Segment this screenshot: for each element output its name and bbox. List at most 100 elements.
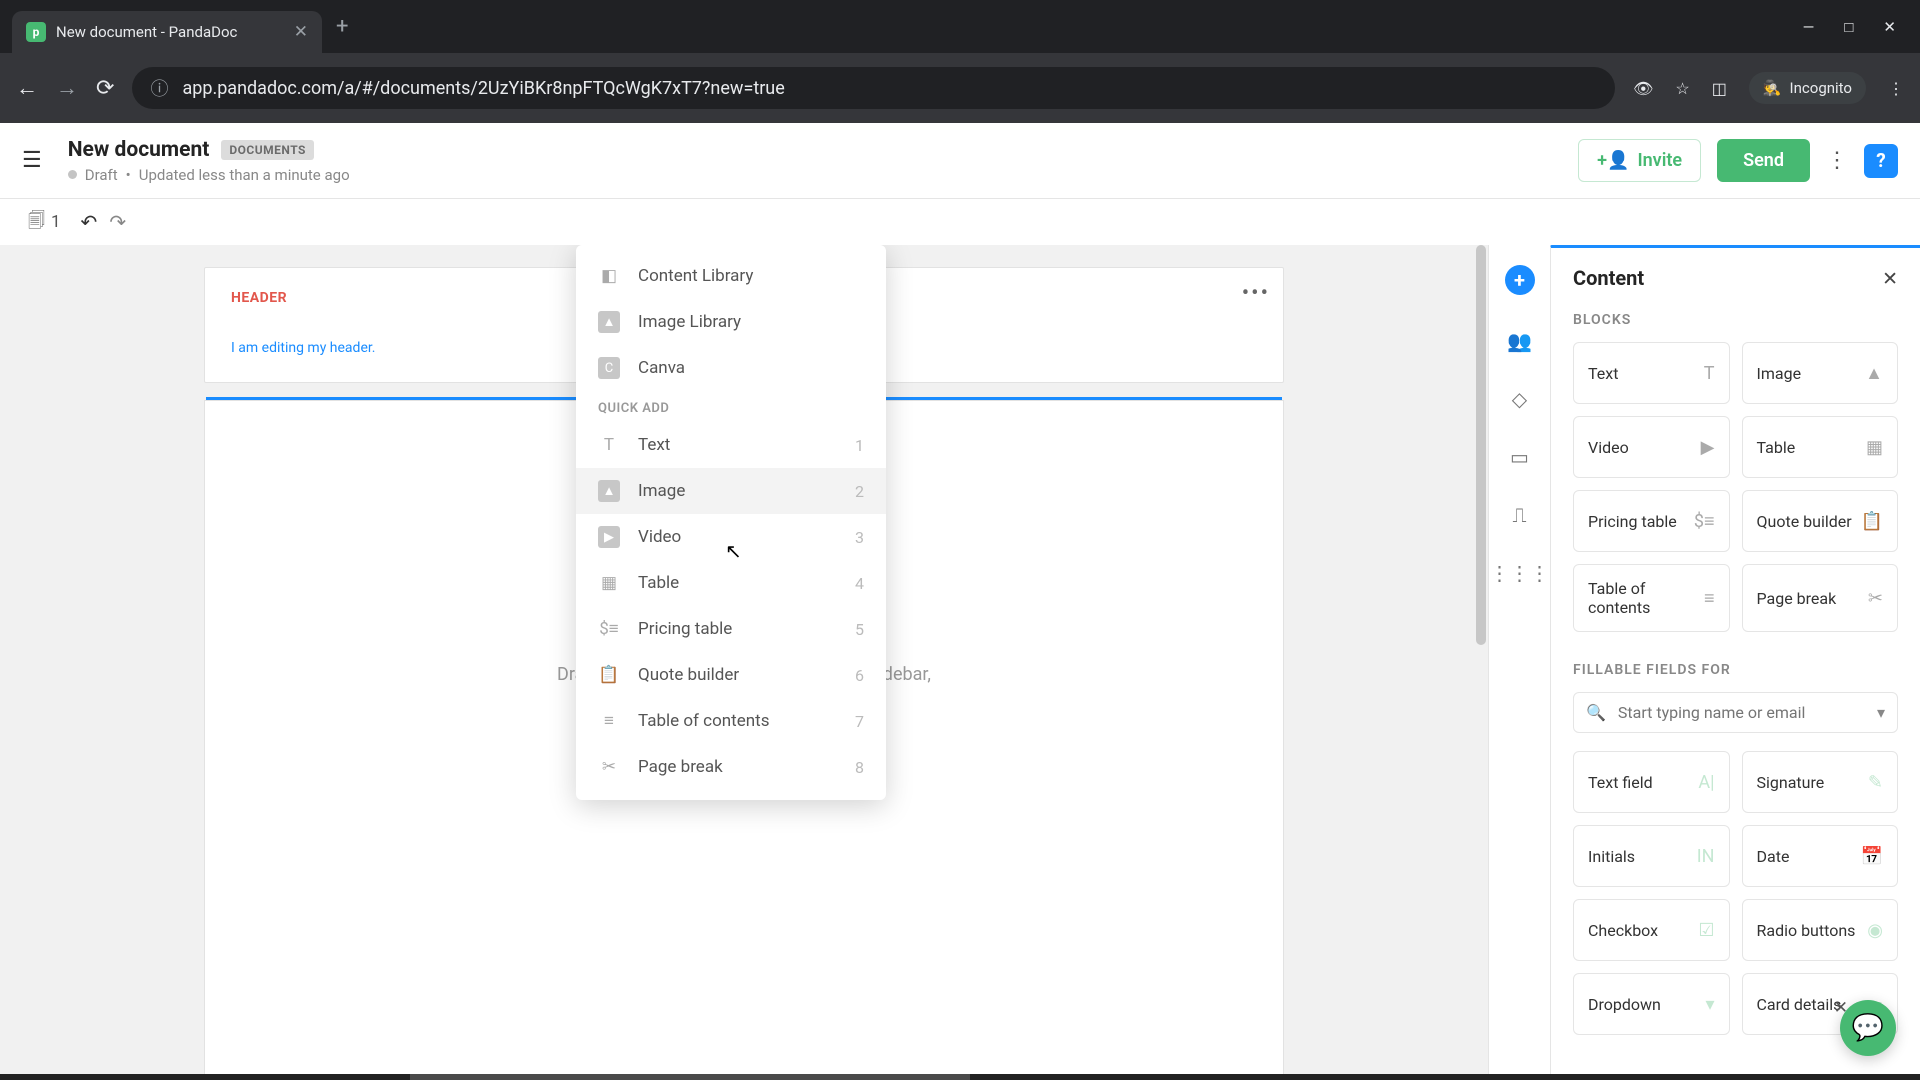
- clipboard-icon: 📋: [1861, 511, 1883, 532]
- dd-table[interactable]: ▦ Table 4: [576, 560, 886, 606]
- undo-icon[interactable]: ↶: [81, 210, 98, 234]
- canvas[interactable]: ••• HEADER I am editing my header. Drag …: [0, 245, 1488, 1080]
- dd-quote-label: Quote builder: [638, 665, 739, 685]
- dd-image-label: Image: [638, 481, 685, 501]
- browser-tab[interactable]: p New document - PandaDoc ✕: [12, 11, 322, 53]
- favicon: p: [26, 22, 46, 42]
- taskbar-segment: [410, 1074, 970, 1080]
- site-info-icon[interactable]: ⓘ: [150, 75, 168, 101]
- close-icon[interactable]: ✕: [1882, 267, 1898, 290]
- dd-page-break[interactable]: ✂ Page break 8: [576, 744, 886, 790]
- dropdown-icon: ▾: [1705, 994, 1714, 1015]
- recipients-icon[interactable]: 👥: [1507, 329, 1532, 353]
- recipient-search-input[interactable]: [1618, 703, 1865, 722]
- dd-table-label: Table: [638, 573, 679, 593]
- redo-icon[interactable]: ↷: [109, 210, 126, 234]
- table-icon: ▦: [1866, 437, 1883, 458]
- dd-pricing-table[interactable]: $≡ Pricing table 5: [576, 606, 886, 652]
- dd-pagebreak-key: 8: [855, 758, 864, 777]
- block-page-break[interactable]: Page break✂: [1742, 564, 1899, 632]
- dd-pricing-key: 5: [855, 620, 864, 639]
- eye-off-icon[interactable]: 👁: [1633, 79, 1653, 98]
- canva-icon: C: [598, 357, 620, 379]
- fillable-section-label: FILLABLE FIELDS FOR: [1573, 662, 1898, 678]
- field-initials[interactable]: InitialsIN: [1573, 825, 1730, 887]
- status-dot-icon: [68, 170, 77, 179]
- reload-icon[interactable]: ⟳: [96, 76, 114, 101]
- field-checkbox[interactable]: Checkbox☑: [1573, 899, 1730, 961]
- apps-icon[interactable]: ⎍: [1513, 503, 1527, 527]
- chat-button[interactable]: 💬: [1840, 1000, 1896, 1056]
- forward-icon[interactable]: →: [56, 75, 78, 101]
- address-bar: ← → ⟳ ⓘ app.pandadoc.com/a/#/documents/2…: [0, 53, 1920, 123]
- quick-add-header: QUICK ADD: [576, 391, 886, 422]
- invite-label: Invite: [1637, 150, 1682, 171]
- panel-title: Content: [1573, 266, 1644, 290]
- block-pricing-table[interactable]: Pricing table$≡: [1573, 490, 1730, 552]
- back-icon[interactable]: ←: [16, 75, 38, 101]
- document-title[interactable]: New document: [68, 138, 210, 162]
- dd-video[interactable]: ▶ Video 3: [576, 514, 886, 560]
- add-block-dropdown: ◧ Content Library ▲ Image Library C Canv…: [576, 245, 886, 800]
- invite-button[interactable]: +👤 Invite: [1578, 139, 1701, 182]
- block-quote-builder[interactable]: Quote builder📋: [1742, 490, 1899, 552]
- menu-icon[interactable]: ☰: [22, 148, 42, 173]
- field-text[interactable]: Text fieldA|: [1573, 751, 1730, 813]
- maximize-icon[interactable]: □: [1844, 18, 1853, 36]
- close-icon[interactable]: ✕: [294, 22, 308, 42]
- dd-canva[interactable]: C Canva: [576, 345, 886, 391]
- dd-image[interactable]: ▲ Image 2: [576, 468, 886, 514]
- radio-icon: ◉: [1867, 920, 1883, 941]
- video-icon: ▶: [1701, 437, 1715, 458]
- right-rail: + 👥 ◇ ▭ ⎍ ⋮⋮⋮: [1488, 245, 1550, 1080]
- fields-grid: Text fieldA| Signature✎ InitialsIN Date📅…: [1573, 751, 1898, 1035]
- more-icon[interactable]: ⋮: [1826, 148, 1848, 173]
- page-count[interactable]: 🗐 1: [28, 208, 61, 237]
- grid-icon[interactable]: ⋮⋮⋮: [1490, 561, 1550, 585]
- incognito-badge[interactable]: 🕵 Incognito: [1749, 72, 1866, 104]
- panel-icon[interactable]: ◫: [1712, 79, 1727, 98]
- dd-image-library[interactable]: ▲ Image Library: [576, 299, 886, 345]
- field-signature[interactable]: Signature✎: [1742, 751, 1899, 813]
- minimize-icon[interactable]: ―: [1803, 18, 1815, 36]
- dd-toc[interactable]: ≡ Table of contents 7: [576, 698, 886, 744]
- block-toc[interactable]: Table of contents≡: [1573, 564, 1730, 632]
- tab-bar: p New document - PandaDoc ✕ + ― □ ✕: [0, 0, 1920, 53]
- page-count-value: 1: [51, 212, 61, 232]
- field-date[interactable]: Date📅: [1742, 825, 1899, 887]
- dd-pagebreak-label: Page break: [638, 757, 723, 777]
- browser-chrome: p New document - PandaDoc ✕ + ― □ ✕ ← → …: [0, 0, 1920, 123]
- dd-quote-builder[interactable]: 📋 Quote builder 6: [576, 652, 886, 698]
- field-radio[interactable]: Radio buttons◉: [1742, 899, 1899, 961]
- new-tab-button[interactable]: +: [336, 14, 348, 39]
- field-dropdown[interactable]: Dropdown▾: [1573, 973, 1730, 1035]
- close-window-icon[interactable]: ✕: [1883, 18, 1896, 36]
- bookmark-icon[interactable]: ☆: [1675, 79, 1689, 98]
- block-more-icon[interactable]: •••: [1242, 281, 1270, 306]
- dd-video-label: Video: [638, 527, 681, 547]
- updated-text: Updated less than a minute ago: [139, 166, 350, 184]
- variables-icon[interactable]: ◇: [1512, 387, 1527, 411]
- dd-content-library[interactable]: ◧ Content Library: [576, 253, 886, 299]
- blocks-grid: TextT Image▲ Video▶ Table▦ Pricing table…: [1573, 342, 1898, 632]
- block-text[interactable]: TextT: [1573, 342, 1730, 404]
- tab-title: New document - PandaDoc: [56, 23, 284, 41]
- scrollbar[interactable]: [1476, 245, 1486, 645]
- send-button[interactable]: Send: [1717, 139, 1810, 182]
- text-icon: T: [598, 434, 620, 456]
- add-content-button[interactable]: +: [1505, 265, 1535, 295]
- chevron-down-icon[interactable]: ▾: [1877, 703, 1885, 722]
- kebab-icon[interactable]: ⋮: [1888, 79, 1904, 98]
- blocks-section-label: BLOCKS: [1573, 312, 1898, 328]
- layout-icon[interactable]: ▭: [1510, 445, 1529, 469]
- add-user-icon: +👤: [1597, 150, 1629, 171]
- document-badge: DOCUMENTS: [221, 140, 314, 160]
- dd-text[interactable]: T Text 1: [576, 422, 886, 468]
- block-table[interactable]: Table▦: [1742, 416, 1899, 478]
- help-button[interactable]: ?: [1864, 144, 1898, 178]
- pricing-icon: $≡: [598, 618, 620, 640]
- url-field[interactable]: ⓘ app.pandadoc.com/a/#/documents/2UzYiBK…: [132, 67, 1615, 109]
- block-image[interactable]: Image▲: [1742, 342, 1899, 404]
- block-video[interactable]: Video▶: [1573, 416, 1730, 478]
- recipient-search[interactable]: 🔍 ▾: [1573, 692, 1898, 733]
